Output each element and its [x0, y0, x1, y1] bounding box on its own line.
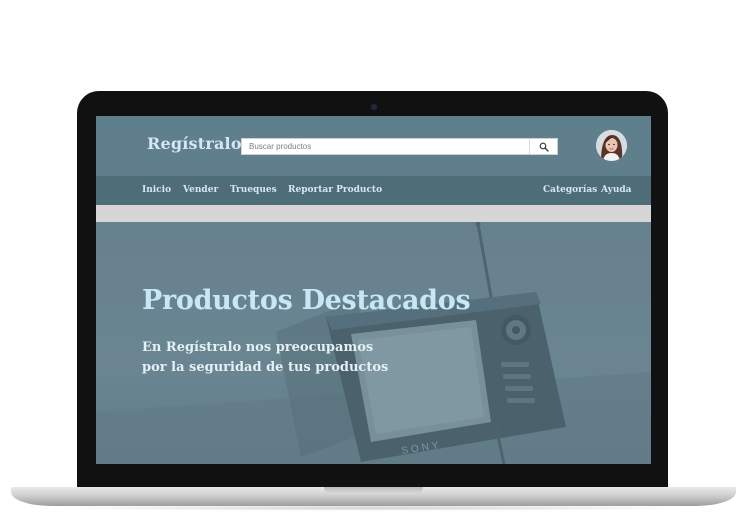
- search-icon: [539, 142, 549, 152]
- search-bar: [241, 138, 558, 155]
- avatar-icon: [596, 130, 627, 161]
- laptop-frame: Regístralo Buscar productos Inicio Vende…: [77, 91, 668, 489]
- nav-item-vender[interactable]: Vender: [183, 185, 218, 195]
- browser-viewport: Regístralo Buscar productos Inicio Vende…: [96, 116, 651, 464]
- laptop-shadow: [40, 505, 705, 511]
- hero-banner: SONY Productos Destacados En Regístralo …: [96, 222, 651, 464]
- laptop-base: [11, 487, 736, 506]
- divider-strip: [96, 205, 651, 222]
- camera-dot: [371, 104, 377, 110]
- hero-title: Productos Destacados: [142, 285, 471, 316]
- laptop-notch: [324, 487, 423, 494]
- hero-subtitle-line-1: En Regístralo nos preocupamos: [142, 340, 374, 355]
- nav-item-trueques[interactable]: Trueques: [230, 185, 277, 195]
- hero-subtitle: En Regístralo nos preocupamos por la seg…: [142, 338, 388, 378]
- main-nav: Inicio Vender Trueques Reportar Producto…: [96, 176, 651, 205]
- nav-item-reportar-producto[interactable]: Reportar Producto: [288, 185, 382, 195]
- nav-item-categorias[interactable]: Categorías: [543, 185, 597, 195]
- site-header: Regístralo: [96, 116, 651, 176]
- user-avatar[interactable]: [596, 130, 627, 161]
- nav-item-inicio[interactable]: Inicio: [142, 185, 171, 195]
- search-button[interactable]: [529, 139, 557, 154]
- hero-subtitle-line-2: por la seguridad de tus productos: [142, 360, 389, 375]
- nav-item-ayuda[interactable]: Ayuda: [601, 185, 632, 195]
- search-input[interactable]: [242, 139, 530, 154]
- site-logo[interactable]: Regístralo: [147, 134, 242, 153]
